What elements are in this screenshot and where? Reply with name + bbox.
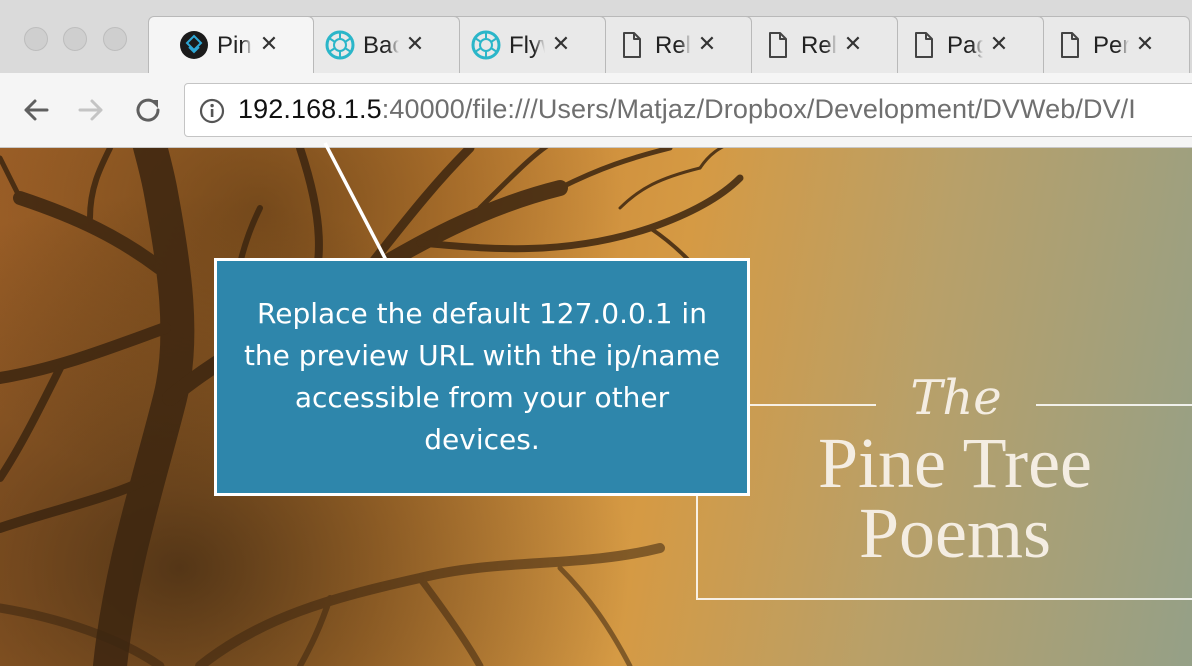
address-bar[interactable]: 192.168.1.5:40000/file:///Users/Matjaz/D… bbox=[184, 83, 1192, 137]
tab-close-icon[interactable]: ✕ bbox=[549, 30, 573, 60]
callout-box: Replace the default 127.0.0.1 in the pre… bbox=[214, 258, 750, 496]
title-rule-right bbox=[1036, 404, 1192, 406]
title-line-1: Pine Tree bbox=[817, 423, 1093, 503]
tab-label: Pine Tree Poems bbox=[217, 32, 253, 59]
reload-icon[interactable] bbox=[129, 91, 167, 129]
tab-label: Permissions bbox=[1093, 32, 1129, 59]
tab-5[interactable]: Release ✕ bbox=[732, 16, 898, 73]
document-icon bbox=[909, 30, 939, 60]
tab-2[interactable]: Backlog ✕ bbox=[294, 16, 460, 73]
tab-close-icon[interactable]: ✕ bbox=[257, 30, 281, 60]
document-icon bbox=[617, 30, 647, 60]
url-host: 192.168.1.5 bbox=[238, 94, 382, 124]
back-arrow-icon[interactable] bbox=[17, 91, 55, 129]
aperture-icon bbox=[325, 30, 355, 60]
title-line-2: Poems bbox=[858, 493, 1052, 573]
zoom-window-button[interactable] bbox=[103, 27, 127, 51]
document-icon bbox=[1055, 30, 1085, 60]
tab-label: Release bbox=[655, 32, 691, 59]
tab-close-icon[interactable]: ✕ bbox=[695, 30, 719, 60]
tab-7[interactable]: Permissions ✕ bbox=[1024, 16, 1190, 73]
browser-toolbar: 192.168.1.5:40000/file:///Users/Matjaz/D… bbox=[0, 73, 1192, 148]
tab-label: Flywheel bbox=[509, 32, 545, 59]
document-icon bbox=[763, 30, 793, 60]
pinegrow-icon bbox=[179, 30, 209, 60]
tab-strip: Pine Tree Poems✕Backlog✕Flywheel✕Release… bbox=[0, 0, 1192, 73]
url-text[interactable]: 192.168.1.5:40000/file:///Users/Matjaz/D… bbox=[238, 94, 1136, 125]
tab-label: Backlog bbox=[363, 32, 399, 59]
forward-arrow-icon[interactable] bbox=[72, 91, 110, 129]
tab-6[interactable]: Page ✕ bbox=[878, 16, 1044, 73]
tab-close-icon[interactable]: ✕ bbox=[403, 30, 427, 60]
tab-label: Page bbox=[947, 32, 983, 59]
url-path: :40000/file:///Users/Matjaz/Dropbox/Deve… bbox=[381, 94, 1136, 124]
tab-close-icon[interactable]: ✕ bbox=[841, 30, 865, 60]
page-title: Pine Tree Poems bbox=[740, 423, 1170, 573]
tab-1[interactable]: Pine Tree Poems✕ bbox=[148, 16, 314, 73]
minimize-window-button[interactable] bbox=[63, 27, 87, 51]
tab-4[interactable]: Release ✕ bbox=[586, 16, 752, 73]
callout-text: Replace the default 127.0.0.1 in the pre… bbox=[243, 297, 721, 456]
tab-close-icon[interactable]: ✕ bbox=[1133, 30, 1157, 60]
title-prefix: The bbox=[910, 370, 1002, 426]
info-icon[interactable] bbox=[199, 98, 225, 124]
tab-label: Release bbox=[801, 32, 837, 59]
tab-3[interactable]: Flywheel ✕ bbox=[440, 16, 606, 73]
close-window-button[interactable] bbox=[24, 27, 48, 51]
tab-close-icon[interactable]: ✕ bbox=[987, 30, 1011, 60]
aperture-icon bbox=[471, 30, 501, 60]
